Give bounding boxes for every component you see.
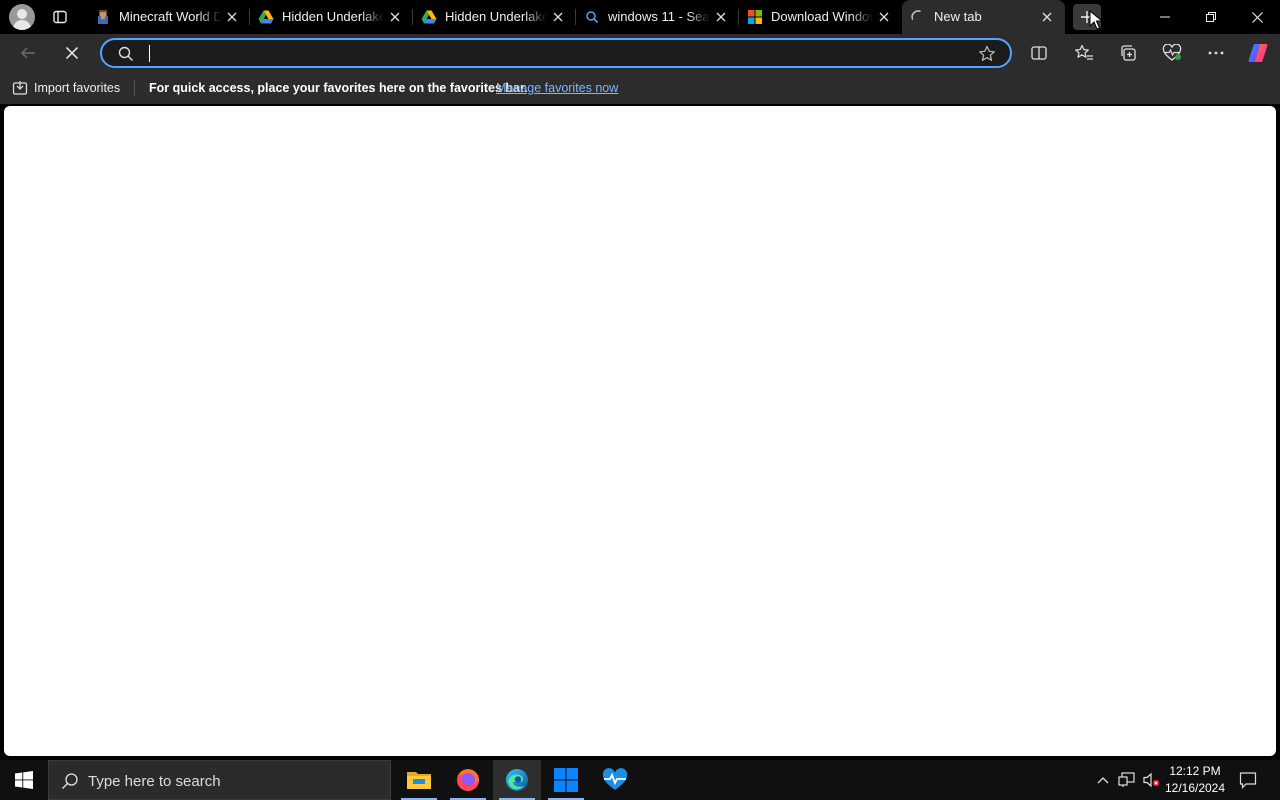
network-icon (1118, 772, 1135, 787)
taskbar-clock[interactable]: 12:12 PM 12/16/2024 (1160, 763, 1230, 797)
import-icon (12, 81, 28, 95)
start-button[interactable] (0, 760, 48, 800)
taskbar-search-box[interactable]: Type here to search (48, 760, 391, 800)
stop-icon (65, 46, 79, 60)
split-screen-icon (1031, 46, 1047, 60)
address-input[interactable] (148, 44, 968, 62)
browser-essentials-button[interactable] (1157, 38, 1187, 68)
windows-store-icon (554, 768, 578, 792)
loading-spinner-icon (910, 9, 926, 25)
minimize-icon (1160, 16, 1170, 18)
minecraft-icon (95, 9, 111, 25)
restore-button[interactable] (1188, 0, 1234, 34)
tab-download-windows[interactable]: Download Windows 11 (739, 0, 902, 34)
microsoft-icon (747, 9, 763, 25)
back-arrow-icon (20, 47, 35, 59)
search-icon (61, 772, 79, 795)
tab-title: windows 11 - Search (608, 9, 710, 24)
tab-title: Hidden Underlake World (445, 9, 547, 24)
split-screen-button[interactable] (1024, 38, 1054, 68)
tab-title: Hidden Underlake World (282, 9, 384, 24)
google-drive-icon (258, 9, 274, 25)
restore-icon (1206, 12, 1216, 22)
close-tab-icon[interactable] (876, 9, 892, 25)
favorites-button[interactable] (1069, 38, 1099, 68)
mouse-cursor-icon (1089, 9, 1104, 35)
firefox-icon (457, 769, 479, 791)
taskbar-edge[interactable] (493, 760, 541, 800)
clock-date: 12/16/2024 (1164, 781, 1226, 795)
action-center-button[interactable] (1234, 760, 1262, 800)
volume-muted-icon (1143, 772, 1160, 788)
manage-favorites-link[interactable]: Manage favorites now (496, 81, 618, 95)
close-tab-icon[interactable] (1039, 9, 1055, 25)
page-content[interactable] (4, 106, 1276, 756)
close-tab-icon[interactable] (387, 9, 403, 25)
tab-title: Download Windows 11 (771, 9, 873, 24)
text-caret (149, 45, 150, 62)
health-monitor-icon (602, 768, 628, 790)
taskbar-file-explorer[interactable] (395, 760, 443, 800)
collections-icon (1121, 45, 1136, 61)
address-bar[interactable] (100, 38, 1012, 68)
copilot-button[interactable] (1243, 38, 1273, 68)
volume-tray-button[interactable] (1140, 760, 1162, 800)
import-favorites-label: Import favorites (34, 81, 121, 95)
search-icon (584, 9, 600, 25)
search-icon (118, 46, 134, 67)
tab-strip: Minecraft World Download Hidden Underlak… (0, 0, 1280, 34)
taskbar-search-placeholder: Type here to search (88, 773, 221, 790)
file-explorer-icon (407, 772, 431, 789)
taskbar-firefox[interactable] (444, 760, 492, 800)
stop-loading-button[interactable] (57, 38, 87, 68)
taskbar-health-monitor[interactable] (591, 760, 639, 800)
close-tab-icon[interactable] (224, 9, 240, 25)
tab-minecraft-world[interactable]: Minecraft World Download (87, 0, 250, 34)
copilot-icon (1248, 44, 1268, 62)
windows-logo-icon (15, 771, 33, 789)
favorites-bar-message: For quick access, place your favorites h… (149, 81, 528, 95)
minimize-button[interactable] (1142, 0, 1188, 34)
heart-pulse-icon (1162, 44, 1182, 61)
more-dots-icon (1208, 51, 1224, 55)
close-icon (1251, 11, 1263, 23)
tab-new-tab[interactable]: New tab (902, 0, 1065, 34)
profile-avatar[interactable] (9, 4, 35, 30)
google-drive-icon (421, 9, 437, 25)
tab-hidden-underlake-1[interactable]: Hidden Underlake World (250, 0, 413, 34)
tab-title: New tab (934, 9, 982, 24)
favorites-star-list-icon (1075, 44, 1093, 60)
settings-more-button[interactable] (1201, 38, 1231, 68)
back-button[interactable] (13, 38, 43, 68)
collections-button[interactable] (1113, 38, 1143, 68)
favorites-bar: Import favorites For quick access, place… (0, 72, 1280, 104)
browser-toolbar (0, 34, 1280, 72)
close-tab-icon[interactable] (550, 9, 566, 25)
favorites-divider (134, 80, 135, 96)
tab-hidden-underlake-2[interactable]: Hidden Underlake World (413, 0, 576, 34)
taskbar-windows-store[interactable] (542, 760, 590, 800)
import-favorites-button[interactable]: Import favorites (12, 80, 120, 96)
close-window-button[interactable] (1234, 0, 1280, 34)
add-favorite-star-icon[interactable] (978, 45, 996, 68)
chevron-up-icon (1097, 777, 1109, 784)
windows-taskbar: Type here to search 12:12 PM 12/16/2024 (0, 760, 1280, 800)
edge-icon (506, 769, 528, 791)
clock-time: 12:12 PM (1169, 764, 1221, 778)
show-hidden-icons-button[interactable] (1092, 760, 1114, 800)
tab-actions-icon[interactable] (48, 5, 72, 29)
tab-title: Minecraft World Download (119, 9, 221, 24)
notification-icon (1239, 772, 1257, 789)
tab-windows-11-search[interactable]: windows 11 - Search (576, 0, 739, 34)
network-tray-button[interactable] (1116, 760, 1138, 800)
close-tab-icon[interactable] (713, 9, 729, 25)
